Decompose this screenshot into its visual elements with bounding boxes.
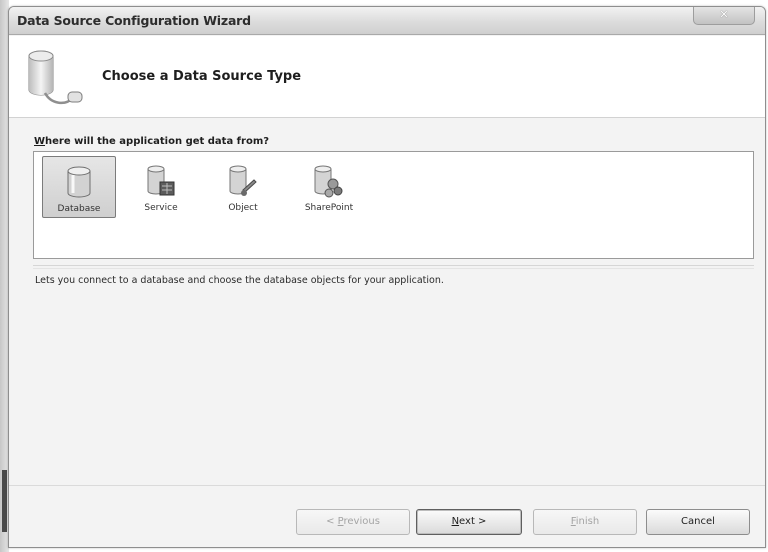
source-item-label: SharePoint — [304, 203, 354, 213]
wizard-window: Data Source Configuration Wizard ✕ Choos… — [8, 6, 766, 548]
close-icon: ✕ — [719, 8, 729, 21]
next-mnemonic: N — [451, 516, 460, 527]
close-button[interactable]: ✕ — [693, 7, 755, 25]
prompt-mnemonic: W — [34, 136, 46, 147]
database-icon — [67, 166, 91, 198]
source-item-database[interactable]: Database — [42, 156, 116, 218]
footer-separator — [9, 485, 765, 486]
prompt-text: here will the application get data from? — [45, 136, 270, 147]
finish-button[interactable]: Finish — [533, 509, 637, 535]
source-item-label: Database — [57, 204, 101, 214]
source-item-sharepoint[interactable]: SharePoint — [292, 156, 366, 218]
database-connection-icon — [28, 50, 83, 105]
cancel-button[interactable]: Cancel — [646, 509, 750, 535]
source-item-label: Object — [228, 203, 258, 213]
next-label: ext > — [459, 516, 487, 527]
source-item-label: Service — [144, 203, 178, 213]
source-type-prompt: Where will the application get data from… — [34, 136, 269, 147]
previous-label: revious — [343, 516, 380, 527]
list-divider — [33, 265, 754, 269]
source-description: Lets you connect to a database and choos… — [35, 275, 444, 286]
title-bar[interactable]: Data Source Configuration Wizard ✕ — [9, 7, 765, 35]
service-icon — [147, 165, 175, 196]
data-source-type-list[interactable]: Database Service Object SharePoint — [33, 151, 754, 259]
window-title: Data Source Configuration Wizard — [17, 13, 251, 28]
wizard-header: Choose a Data Source Type — [9, 36, 765, 118]
object-icon — [229, 165, 257, 196]
source-item-service[interactable]: Service — [124, 156, 198, 218]
edge-marker — [2, 470, 7, 532]
next-button[interactable]: Next > — [416, 509, 522, 535]
previous-prefix: < — [326, 516, 338, 527]
source-item-object[interactable]: Object — [206, 156, 280, 218]
finish-label: inish — [575, 516, 600, 527]
page-title: Choose a Data Source Type — [102, 69, 302, 84]
previous-button[interactable]: < Previous — [296, 509, 410, 535]
sharepoint-icon — [314, 165, 343, 198]
